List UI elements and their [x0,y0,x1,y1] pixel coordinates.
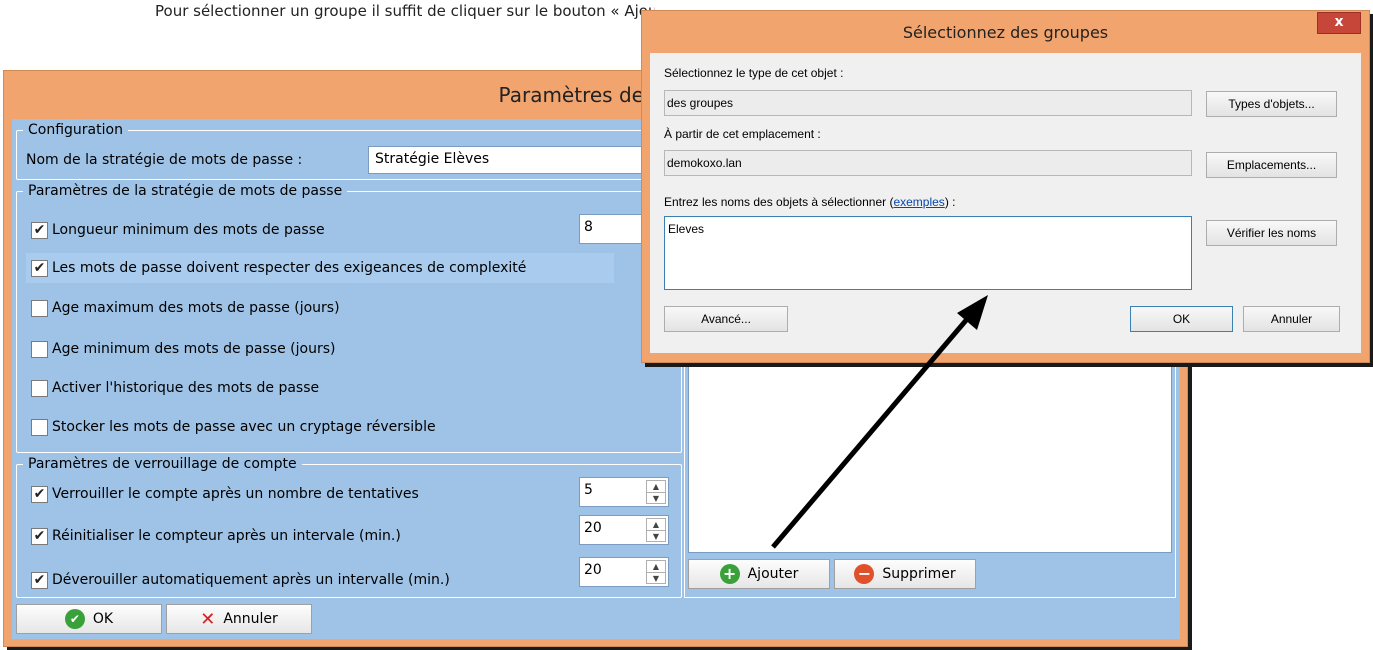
annotation-arrow [771,295,988,549]
arrow-line [771,316,970,549]
